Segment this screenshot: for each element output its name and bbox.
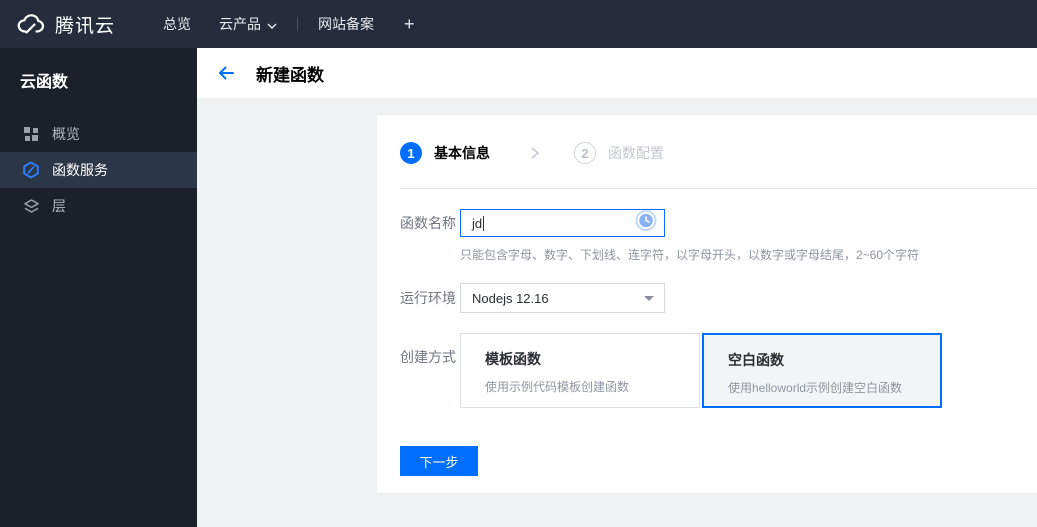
layers-icon	[22, 197, 40, 215]
tencent-cloud-logo[interactable]: 腾讯云	[16, 11, 115, 38]
sidebar-item-label: 函数服务	[52, 162, 108, 178]
sidebar-title: 云函数	[20, 74, 69, 91]
topnav-divider	[297, 17, 299, 31]
page-header: 新建函数	[197, 48, 1037, 98]
sidebar-item-layers[interactable]: 层	[0, 188, 197, 224]
form-row-function-name: 函数名称 jd 只能包含字母、数字、下划线、连字符，以字母开头，以数字或字母结尾…	[400, 209, 1037, 263]
step-1-label: 基本信息	[434, 145, 490, 161]
step-chevron-icon	[528, 145, 542, 161]
function-name-helper: 只能包含字母、数字、下划线、连字符，以字母开头，以数字或字母结尾，2~60个字符	[460, 248, 920, 262]
scf-hexagon-icon	[22, 161, 40, 179]
back-button[interactable]	[216, 63, 236, 83]
card-description: 使用示例代码模板创建函数	[485, 380, 630, 394]
sidebar: 云函数 概览 函数服务 层	[0, 48, 197, 527]
step-2-label: 函数配置	[608, 145, 664, 161]
brand-name: 腾讯云	[55, 15, 116, 37]
cloud-logo-icon	[16, 13, 46, 35]
creation-method-cards: 模板函数 使用示例代码模板创建函数 空白函数 使用helloworld示例创建空…	[460, 333, 942, 408]
add-tab-button[interactable]: +	[388, 0, 431, 48]
clock-icon	[635, 210, 657, 237]
step-2-circle: 2	[574, 142, 596, 164]
step-1-circle: 1	[400, 142, 422, 164]
function-name-value: jd	[472, 215, 483, 231]
card-blank-function[interactable]: 空白函数 使用helloworld示例创建空白函数	[702, 333, 942, 408]
topnav-item-cloud-products[interactable]: 云产品	[205, 0, 291, 48]
card-description: 使用helloworld示例创建空白函数	[728, 381, 903, 395]
arrow-left-icon	[217, 65, 235, 81]
create-function-panel: 1 基本信息 2 函数配置 函数名称 jd 只能包含字母、数字、下划线、连字符，…	[377, 115, 1037, 493]
topnav-item-icp-filing[interactable]: 网站备案	[304, 0, 388, 48]
sidebar-item-overview[interactable]: 概览	[0, 116, 197, 152]
topnav-label: 网站备案	[318, 16, 375, 32]
creation-method-label: 创建方式	[400, 349, 456, 365]
runtime-label: 运行环境	[400, 290, 456, 306]
topnav-label: 总览	[163, 16, 192, 32]
sidebar-item-function-service[interactable]: 函数服务	[0, 152, 197, 188]
form-row-creation-method: 创建方式 模板函数 使用示例代码模板创建函数 空白函数 使用helloworld…	[400, 333, 1037, 408]
next-step-button[interactable]: 下一步	[400, 446, 478, 476]
card-title: 模板函数	[485, 351, 541, 367]
runtime-select[interactable]: Nodejs 12.16	[460, 283, 665, 313]
step-2: 2 函数配置	[574, 142, 664, 164]
chevron-down-icon	[267, 16, 277, 32]
sidebar-item-label: 层	[52, 198, 66, 214]
runtime-selected-value: Nodejs 12.16	[472, 290, 549, 306]
select-caret-icon	[644, 296, 654, 301]
grid-icon	[22, 125, 40, 143]
steps-divider	[400, 188, 1037, 189]
topnav: 总览 云产品 网站备案 +	[149, 0, 431, 48]
sidebar-item-label: 概览	[52, 126, 80, 142]
card-template-function[interactable]: 模板函数 使用示例代码模板创建函数	[460, 333, 700, 408]
page-title: 新建函数	[256, 65, 324, 85]
step-indicator: 1 基本信息 2 函数配置	[400, 115, 1037, 164]
function-name-input[interactable]: jd	[460, 209, 665, 237]
text-cursor	[483, 215, 485, 231]
content-area: 1 基本信息 2 函数配置 函数名称 jd 只能包含字母、数字、下划线、连字符，…	[197, 98, 1037, 527]
form-row-runtime: 运行环境 Nodejs 12.16	[400, 283, 1037, 313]
topnav-label: 云产品	[219, 16, 262, 32]
card-title: 空白函数	[728, 352, 784, 368]
function-name-label: 函数名称	[400, 215, 456, 231]
topbar: 腾讯云 总览 云产品 网站备案 +	[0, 0, 1037, 48]
topnav-item-overview[interactable]: 总览	[149, 0, 205, 48]
